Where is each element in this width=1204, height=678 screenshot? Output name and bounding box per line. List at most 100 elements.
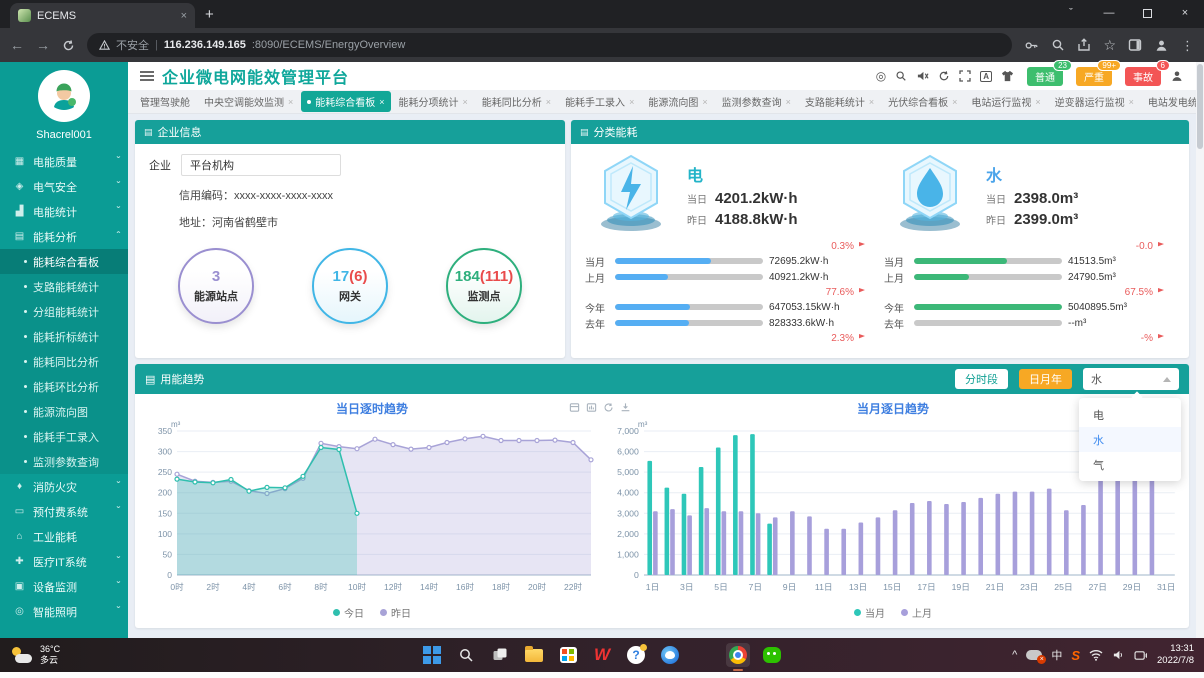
back-button[interactable]: ← [10, 37, 24, 53]
weather-widget[interactable]: 36°C 多云 [10, 644, 60, 667]
sidebar-subitem[interactable]: 能耗手工录入 [0, 424, 128, 449]
password-key-icon[interactable] [1024, 38, 1039, 53]
toolbox-dataview-icon[interactable] [569, 402, 580, 413]
minimize-button[interactable]: — [1090, 0, 1128, 26]
maximize-button[interactable] [1128, 0, 1166, 26]
page-tab[interactable]: 电站运行监视× [965, 91, 1046, 112]
sidebar-item[interactable]: ✚医疗IT系统ˇ [0, 549, 128, 574]
share-icon[interactable] [1077, 38, 1091, 52]
page-tab[interactable]: 能耗手工录入× [559, 91, 640, 112]
ime-indicator[interactable]: 中 [1051, 647, 1062, 663]
stat-circle[interactable]: 17(6)网关 [312, 248, 388, 324]
font-size-icon[interactable]: A [980, 71, 992, 82]
sidebar-subitem[interactable]: 能源流向图 [0, 399, 128, 424]
mute-icon[interactable] [916, 70, 929, 82]
page-scrollbar[interactable] [1196, 62, 1204, 638]
new-tab-button[interactable]: + [205, 6, 214, 23]
day-month-year-button[interactable]: 日月年 [1019, 369, 1072, 389]
page-tab[interactable]: 中央空调能效监测× [198, 91, 299, 112]
tab-close-icon[interactable]: × [1129, 97, 1134, 107]
sidebar-subitem[interactable]: 能耗环比分析 [0, 374, 128, 399]
sidebar-item[interactable]: ▭预付费系统ˇ [0, 499, 128, 524]
wechat-button[interactable] [760, 643, 784, 667]
sidebar-item[interactable]: ◎智能照明ˇ [0, 599, 128, 624]
tab-close-icon[interactable]: × [869, 97, 874, 107]
onedrive-icon[interactable]: × [1026, 650, 1042, 660]
sidebar-subitem[interactable]: 支路能耗统计 [0, 274, 128, 299]
alarm-badge[interactable]: 严重99+ [1076, 67, 1112, 86]
alarm-badge[interactable]: 普通23 [1027, 67, 1063, 86]
scrollbar-thumb[interactable] [1197, 64, 1203, 149]
window-menu-chevron-icon[interactable]: ˇ [1052, 0, 1090, 26]
browser-menu-icon[interactable]: ⋮ [1181, 39, 1194, 52]
search-icon[interactable] [895, 70, 907, 82]
tray-expand-icon[interactable]: ^ [1012, 649, 1017, 661]
sidebar-subitem[interactable]: 能耗综合看板 [0, 249, 128, 274]
company-input[interactable] [181, 154, 341, 176]
fullscreen-icon[interactable] [959, 70, 971, 82]
tab-close-icon[interactable]: × [786, 97, 791, 107]
sidebar-item[interactable]: ▣设备监测ˇ [0, 574, 128, 599]
file-explorer-button[interactable] [522, 643, 546, 667]
tab-close-icon[interactable]: × [379, 97, 384, 107]
sidebar-subitem[interactable]: 能耗折标统计 [0, 324, 128, 349]
legend-item[interactable]: 今日 [333, 605, 364, 620]
wifi-icon[interactable] [1089, 649, 1103, 661]
reload-button[interactable] [62, 39, 75, 52]
sidebar-subitem[interactable]: 监测参数查询 [0, 449, 128, 474]
stat-circle[interactable]: 3能源站点 [178, 248, 254, 324]
edge-button[interactable] [692, 643, 716, 667]
toolbox-download-icon[interactable] [620, 402, 631, 413]
browser-tab[interactable]: ECEMS × [10, 3, 195, 28]
tab-close-icon[interactable]: × [702, 97, 707, 107]
legend-item[interactable]: 当月 [854, 605, 885, 620]
avatar[interactable] [38, 70, 90, 122]
tab-close-icon[interactable]: × [629, 97, 634, 107]
aim-icon[interactable]: ◎ [876, 70, 886, 82]
theme-shirt-icon[interactable] [1001, 70, 1014, 82]
hamburger-menu-icon[interactable] [140, 69, 154, 83]
sidebar-item[interactable]: ▤能耗分析ˆ [0, 224, 128, 249]
screenshot-icon[interactable] [1134, 650, 1148, 661]
qq-button[interactable]: ? [624, 643, 648, 667]
clock[interactable]: 13:31 2022/7/8 [1157, 643, 1194, 668]
page-tab[interactable]: 能源流向图× [642, 91, 713, 112]
sidebar-item[interactable]: ◈电气安全ˇ [0, 174, 128, 199]
page-tab[interactable]: 能耗综合看板× [301, 91, 390, 112]
time-segment-button[interactable]: 分时段 [955, 369, 1008, 389]
forward-button[interactable]: → [36, 37, 50, 53]
task-view-button[interactable] [488, 643, 512, 667]
tab-close-icon[interactable]: × [546, 97, 551, 107]
user-icon[interactable] [1170, 69, 1184, 83]
search-button[interactable] [454, 643, 478, 667]
store-button[interactable] [556, 643, 580, 667]
energy-type-select[interactable]: 水 [1083, 368, 1179, 390]
volume-icon[interactable] [1112, 649, 1125, 661]
wps-button[interactable]: W [590, 643, 614, 667]
page-tab[interactable]: 能耗分项统计× [393, 91, 474, 112]
page-tab[interactable]: 监测参数查询× [716, 91, 797, 112]
sidebar-item[interactable]: ▦电能质量ˇ [0, 149, 128, 174]
sidebar-subitem[interactable]: 分组能耗统计 [0, 299, 128, 324]
tab-close-icon[interactable]: × [463, 97, 468, 107]
close-button[interactable]: × [1166, 0, 1204, 26]
page-tab[interactable]: 逆变器运行监视× [1049, 91, 1140, 112]
dropdown-option[interactable]: 水 [1079, 427, 1181, 452]
sidebar-item[interactable]: ⌂工业能耗 [0, 524, 128, 549]
page-tab[interactable]: 能耗同比分析× [476, 91, 557, 112]
tab-close-icon[interactable]: × [952, 97, 957, 107]
legend-item[interactable]: 昨日 [380, 605, 411, 620]
profile-icon[interactable] [1154, 38, 1169, 53]
chrome-button[interactable] [726, 643, 750, 667]
page-tab[interactable]: 支路能耗统计× [799, 91, 880, 112]
sidebar-subitem[interactable]: 能耗同比分析 [0, 349, 128, 374]
tab-close-icon[interactable]: × [181, 10, 187, 22]
bookmark-star-icon[interactable]: ☆ [1103, 38, 1116, 52]
alarm-badge[interactable]: 事故6 [1125, 67, 1161, 86]
sogou-icon[interactable]: S [1071, 648, 1080, 663]
legend-item[interactable]: 上月 [901, 605, 932, 620]
dropdown-option[interactable]: 气 [1079, 452, 1181, 477]
toolbox-restore-icon[interactable] [603, 402, 614, 413]
zoom-icon[interactable] [1051, 38, 1065, 52]
toolbox-magictype-icon[interactable] [586, 402, 597, 413]
